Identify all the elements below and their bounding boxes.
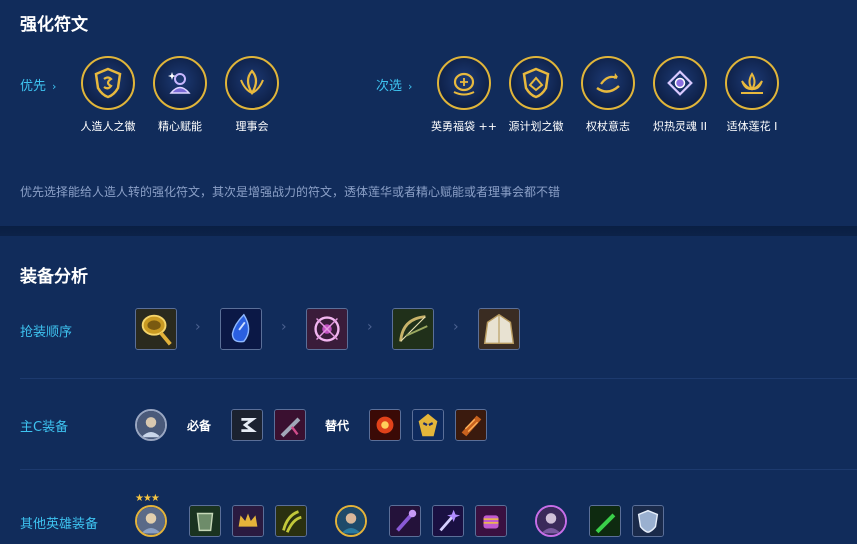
flame-orb-icon [370,410,400,440]
lotus-icon [741,72,763,94]
coin-bag-icon [453,72,475,96]
item-icon[interactable] [232,505,264,537]
augment-name: 炽热灵魂 II [653,120,707,133]
augment-rune-icon[interactable] [437,56,491,110]
augment-rune-icon[interactable] [225,56,279,110]
item-icon[interactable] [189,505,221,537]
scholar-icon [168,72,191,94]
bow-icon [393,309,433,349]
item-icon[interactable] [220,308,262,350]
item-icon[interactable] [274,409,306,441]
augment-rune-icon[interactable] [81,56,135,110]
item-icon[interactable] [392,308,434,350]
frying-pan-icon [136,309,176,349]
burning-soul-icon [667,70,693,96]
wand-icon [433,506,463,536]
champion-portrait-icon [337,507,365,535]
claw-icon [276,506,306,536]
item-icon[interactable] [589,505,621,537]
augment-name: 适体莲花 I [726,120,778,133]
dark-staff-icon [390,506,420,536]
augment-name: 权杖意志 [586,120,630,133]
secondary-label: 次选 › [376,75,412,94]
chevron-right-icon: › [453,319,459,335]
alternative-label: 替代 [325,419,350,433]
council-icon [240,69,264,96]
shield-icon [633,506,663,536]
augment-name: 理事会 [235,120,269,133]
champion-avatar[interactable] [135,409,167,441]
must-have-label: 必备 [187,419,212,433]
chevron-right-icon: › [195,319,201,335]
champion-portrait-icon [137,411,165,439]
gauntlet-icon [456,410,486,440]
row-divider [20,378,857,379]
augment-rune-icon[interactable] [725,56,779,110]
chevron-right-icon: › [52,80,57,93]
chevron-right-icon: › [408,80,413,93]
venom-blade-icon [590,506,620,536]
item-icon[interactable] [306,308,348,350]
chevron-right-icon: › [281,319,287,335]
tear-icon [221,309,261,349]
item-icon[interactable] [389,505,421,537]
order-label: 抢装顺序 [20,325,73,340]
augment-name: 精心赋能 [158,120,202,133]
item-icon[interactable] [412,409,444,441]
priority-label-text: 优先 [20,79,47,94]
item-icon[interactable] [475,505,507,537]
champion-avatar[interactable] [135,505,167,537]
augment-note: 优先选择能给人造人转的强化符文，其次是增强战力的符文，透体莲华或者精心赋能或者理… [20,185,561,199]
bramble-vest-icon [307,309,347,349]
row-divider [20,469,857,470]
item-icon[interactable] [432,505,464,537]
item-icon[interactable] [135,308,177,350]
crown-icon [233,506,263,536]
augment-section-title: 强化符文 [20,15,88,35]
item-icon[interactable] [632,505,664,537]
augment-rune-icon[interactable] [509,56,563,110]
item-icon[interactable] [231,409,263,441]
secondary-label-text: 次选 [376,79,403,94]
augment-name: 英勇福袋 ++ [431,120,497,133]
item-icon[interactable] [369,409,401,441]
item-section-title: 装备分析 [20,267,88,287]
champion-portrait-icon [137,507,165,535]
shield-crest-icon [94,67,122,99]
augment-rune-icon[interactable] [153,56,207,110]
emblem-icon [232,410,262,440]
blade-icon [275,410,305,440]
item-icon[interactable] [455,409,487,441]
cloak-icon [479,309,519,349]
augment-rune-icon[interactable] [653,56,707,110]
mask-icon [413,410,443,440]
priority-label: 优先 › [20,75,56,94]
item-icon[interactable] [478,308,520,350]
star-level-icon: ★★★ [135,493,160,504]
armor-icon [190,506,220,536]
project-crest-icon [522,67,550,99]
other-heroes-label: 其他英雄装备 [20,517,99,532]
main-carry-label: 主C装备 [20,420,69,435]
augment-name: 源计划之徽 [508,120,564,133]
item-icon[interactable] [275,505,307,537]
chevron-right-icon: › [367,319,373,335]
champion-portrait-icon [537,507,565,535]
section-divider [0,226,857,236]
augment-name: 人造人之徽 [80,120,136,133]
scepter-icon [596,73,620,93]
champion-avatar[interactable] [535,505,567,537]
champion-avatar[interactable] [335,505,367,537]
item-panel [0,236,857,544]
fist-icon [476,506,506,536]
augment-rune-icon[interactable] [581,56,635,110]
